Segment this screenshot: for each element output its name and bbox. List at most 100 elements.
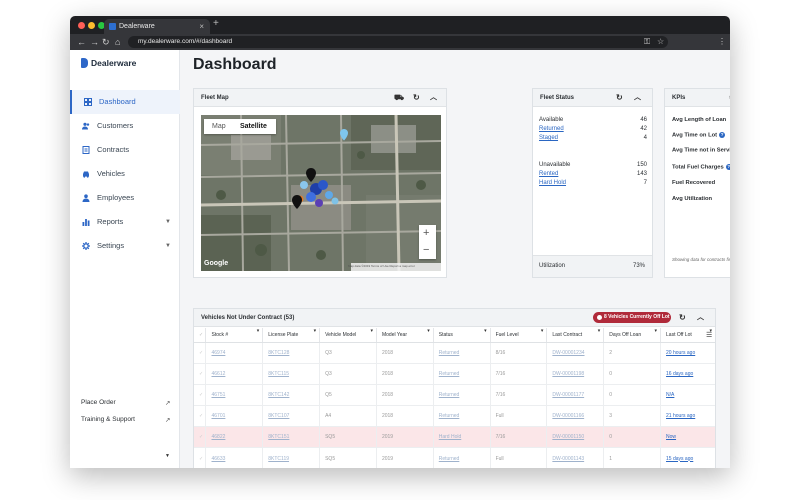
- table-cell-stock[interactable]: 46822: [205, 426, 264, 449]
- row-checkbox[interactable]: ✓: [194, 342, 207, 364]
- close-window-button[interactable]: [78, 22, 85, 29]
- column-header[interactable]: License Plate ▾: [262, 328, 321, 343]
- hard-hold-link[interactable]: Hard Hold: [539, 180, 566, 186]
- row-checkbox[interactable]: ✓: [194, 363, 207, 385]
- table-cell-contract[interactable]: DW-00001150: [546, 426, 605, 449]
- sidebar-item-settings[interactable]: Settings ▼: [70, 234, 180, 258]
- table-row[interactable]: ✓ 46974 8KTC128 Q3 2018 Returned 8/16 DW-000012…: [194, 342, 715, 364]
- map-footer[interactable]: Map data ©2019 Terms of Use Report a map…: [348, 264, 415, 268]
- table-cell-last[interactable]: 16 days ago: [660, 363, 715, 385]
- returned-link[interactable]: Returned: [539, 126, 564, 132]
- table-cell-status[interactable]: Returned: [433, 405, 491, 428]
- column-header[interactable]: Fuel Level ▾: [490, 328, 548, 343]
- table-cell-last[interactable]: Now: [660, 426, 715, 449]
- chevron-down-icon[interactable]: ▼: [165, 234, 171, 258]
- table-cell-status[interactable]: Returned: [433, 447, 491, 468]
- url-input[interactable]: my.dealerware.com/#/dashboard: [128, 36, 668, 48]
- table-cell-plate[interactable]: 8KTC119: [262, 447, 321, 468]
- browser-tab[interactable]: Dealerware ×: [104, 19, 210, 34]
- column-header[interactable]: Model Year ▾: [376, 328, 434, 343]
- table-cell-contract[interactable]: DW-00001198: [546, 363, 605, 385]
- rented-link[interactable]: Rented: [539, 171, 558, 177]
- refresh-icon[interactable]: ↻: [413, 89, 420, 107]
- sidebar-item-dashboard[interactable]: Dashboard: [70, 90, 180, 114]
- table-cell-stock[interactable]: 46633: [205, 447, 264, 468]
- staged-link[interactable]: Staged: [539, 135, 558, 141]
- returned-row[interactable]: Returned 42: [539, 126, 647, 132]
- sort-chevron-icon[interactable]: ▾: [655, 328, 658, 334]
- table-cell-plate[interactable]: 8KTC128: [262, 342, 321, 364]
- close-tab-icon[interactable]: ×: [199, 19, 204, 34]
- row-checkbox[interactable]: ✓: [194, 384, 207, 407]
- table-row[interactable]: ✓ 46701 8KTC107 A4 2018 Returned Full DW-000011…: [194, 405, 715, 428]
- zoom-out-button[interactable]: −: [423, 242, 429, 258]
- sort-chevron-icon[interactable]: ▾: [370, 328, 373, 334]
- column-header[interactable]: Last Contract ▾: [546, 328, 605, 343]
- row-checkbox[interactable]: ✓: [194, 405, 207, 428]
- chevron-down-icon[interactable]: ▼: [165, 210, 171, 234]
- chevron-up-icon[interactable]: ︿: [430, 89, 437, 107]
- sidebar-item-vehicles[interactable]: Vehicles: [70, 162, 180, 186]
- chevron-up-icon[interactable]: ︿: [634, 89, 641, 107]
- rented-row[interactable]: Rented 143: [539, 171, 647, 177]
- app-logo[interactable]: Dealerware: [81, 58, 136, 68]
- home-icon[interactable]: ⌂: [115, 36, 120, 48]
- column-header[interactable]: Status ▾: [433, 328, 491, 343]
- car-icon[interactable]: ⛟: [394, 89, 404, 107]
- table-cell-last[interactable]: 15 days ago: [660, 447, 715, 468]
- sidebar-item-customers[interactable]: Customers: [70, 114, 180, 138]
- collapse-sidebar-icon[interactable]: ▼: [165, 453, 170, 459]
- sidebar-item-employees[interactable]: Employees: [70, 186, 180, 210]
- table-cell-last[interactable]: 21 hours ago: [660, 405, 715, 428]
- forward-arrow-icon[interactable]: →: [90, 36, 99, 48]
- back-arrow-icon[interactable]: ←: [77, 36, 86, 48]
- row-checkbox[interactable]: ✓: [194, 447, 207, 468]
- table-cell-plate[interactable]: 8KTC115: [262, 363, 321, 385]
- column-menu-icon[interactable]: ☰: [706, 331, 712, 339]
- minimize-window-button[interactable]: [88, 22, 95, 29]
- browser-menu-icon[interactable]: ⋮: [718, 36, 726, 48]
- table-cell-stock[interactable]: 46701: [205, 405, 264, 428]
- table-row[interactable]: ✓ 46633 8KTC119 SQ5 2019 Returned Full DW-00001…: [194, 447, 715, 468]
- table-cell-stock[interactable]: 46974: [205, 342, 264, 364]
- refresh-icon[interactable]: ↻: [616, 89, 623, 107]
- training-support-link[interactable]: Training & Support ↗: [81, 416, 170, 424]
- table-cell-status[interactable]: Returned: [433, 342, 491, 364]
- table-cell-contract[interactable]: DW-00001143: [546, 447, 605, 468]
- staged-row[interactable]: Staged 4: [539, 135, 647, 141]
- sort-chevron-icon[interactable]: ▾: [541, 328, 544, 334]
- sidebar-item-reports[interactable]: Reports ▼: [70, 210, 180, 234]
- sort-chevron-icon[interactable]: ▾: [484, 328, 487, 334]
- table-cell-last[interactable]: N/A: [660, 384, 715, 407]
- column-header[interactable]: Stock # ▾: [205, 328, 264, 343]
- table-cell-contract[interactable]: DW-00001234: [546, 342, 605, 364]
- off-lot-badge[interactable]: 8 Vehicles Currently Off Lot: [593, 312, 671, 323]
- table-cell-contract[interactable]: DW-00001166: [546, 405, 605, 428]
- sort-chevron-icon[interactable]: ▾: [427, 328, 430, 334]
- sort-chevron-icon[interactable]: ▾: [257, 328, 260, 334]
- row-checkbox[interactable]: ✓: [194, 426, 207, 449]
- table-cell-stock[interactable]: 46751: [205, 384, 264, 407]
- sort-chevron-icon[interactable]: ▾: [314, 328, 317, 334]
- chevron-up-icon[interactable]: ︿: [697, 309, 704, 327]
- table-row[interactable]: ✓ 46822 8KTC151 SQ5 2019 Hard Hold 7/16 DW-0000…: [194, 426, 715, 449]
- sidebar-item-contracts[interactable]: Contracts: [70, 138, 180, 162]
- table-cell-last[interactable]: 20 hours ago: [660, 342, 715, 364]
- reload-icon[interactable]: ↻: [102, 36, 110, 48]
- table-cell-plate[interactable]: 8KTC151: [262, 426, 321, 449]
- fleet-map[interactable]: Map Satellite + − Google Map data ©2019 …: [201, 115, 441, 271]
- column-header[interactable]: Vehicle Model ▾: [319, 328, 377, 343]
- place-order-link[interactable]: Place Order ↗: [81, 399, 170, 407]
- sort-chevron-icon[interactable]: ▾: [598, 328, 601, 334]
- table-row[interactable]: ✓ 46612 8KTC115 Q3 2018 Returned 7/16 DW-000011…: [194, 363, 715, 385]
- new-tab-button[interactable]: +: [213, 18, 219, 29]
- table-cell-status[interactable]: Hard Hold: [433, 426, 491, 449]
- table-cell-status[interactable]: Returned: [433, 384, 491, 407]
- table-cell-plate[interactable]: 8KTC142: [262, 384, 321, 407]
- satellite-tab[interactable]: Satellite: [240, 119, 267, 134]
- column-header[interactable]: Days Off Loan ▾: [603, 328, 662, 343]
- table-cell-plate[interactable]: 8KTC107: [262, 405, 321, 428]
- table-cell-stock[interactable]: 46612: [205, 363, 264, 385]
- select-all-checkbox[interactable]: ✓: [194, 328, 207, 343]
- zoom-in-button[interactable]: +: [423, 225, 429, 241]
